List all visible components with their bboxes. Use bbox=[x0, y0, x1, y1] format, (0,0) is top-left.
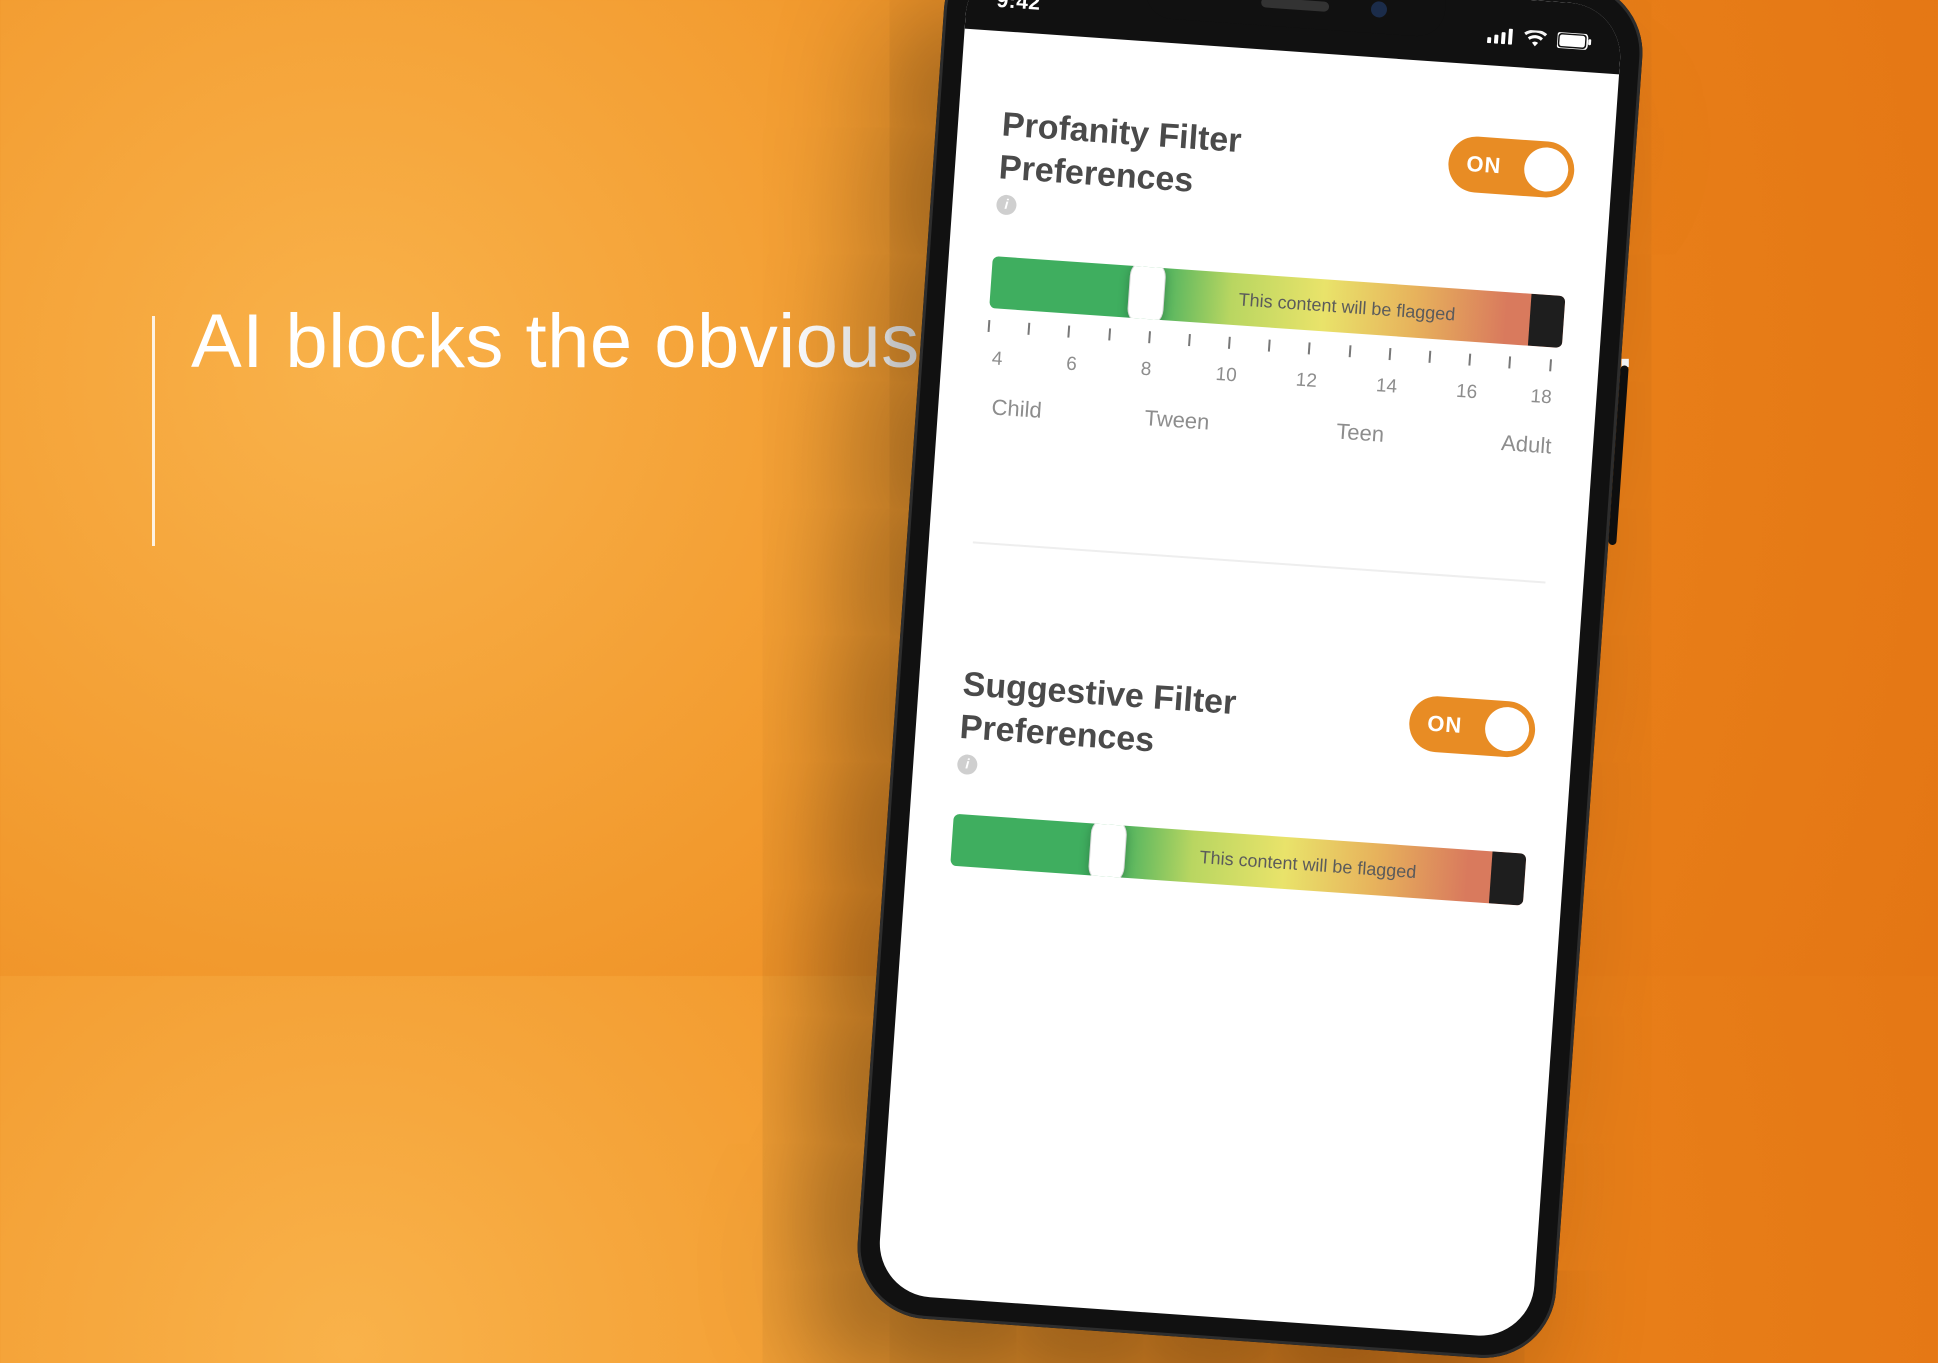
age-tick-16: 16 bbox=[1455, 381, 1478, 404]
info-icon[interactable]: i bbox=[957, 754, 978, 775]
phone-mockup: 9:42 Profanity Filter Preferences bbox=[853, 0, 1648, 1363]
suggestive-filter-section: Suggestive Filter Preferences i ON This … bbox=[950, 663, 1537, 906]
age-tick-6: 6 bbox=[1066, 354, 1078, 377]
profanity-slider-thumb[interactable] bbox=[1126, 258, 1167, 328]
profanity-toggle-label: ON bbox=[1466, 151, 1503, 179]
suggestive-slider-caption: This content will be flagged bbox=[1133, 827, 1482, 903]
profanity-filter-header: Profanity Filter Preferences i ON bbox=[996, 103, 1576, 256]
cat-child: Child bbox=[991, 394, 1043, 423]
age-tick-12: 12 bbox=[1295, 370, 1318, 393]
suggestive-filter-title: Suggestive Filter Preferences i bbox=[957, 663, 1284, 798]
cat-adult: Adult bbox=[1500, 430, 1552, 459]
profanity-filter-section: Profanity Filter Preferences i ON This c… bbox=[981, 103, 1576, 461]
age-tick-4: 4 bbox=[991, 348, 1003, 371]
suggestive-slider: This content will be flagged bbox=[950, 814, 1526, 906]
cat-teen: Teen bbox=[1336, 419, 1385, 448]
status-time: 9:42 bbox=[996, 0, 1042, 16]
suggestive-slider-track[interactable]: This content will be flagged bbox=[950, 814, 1526, 906]
age-tick-18: 18 bbox=[1530, 386, 1553, 409]
toggle-knob bbox=[1523, 146, 1570, 193]
battery-icon bbox=[1557, 32, 1592, 50]
profanity-filter-title-text: Profanity Filter Preferences bbox=[998, 103, 1323, 210]
phone-screen: 9:42 Profanity Filter Preferences bbox=[876, 0, 1624, 1339]
suggestive-toggle[interactable]: ON bbox=[1407, 694, 1537, 759]
age-tick-14: 14 bbox=[1375, 375, 1398, 398]
suggestive-filter-title-text: Suggestive Filter Preferences bbox=[958, 663, 1283, 770]
profanity-slider-caption: This content will be flagged bbox=[1172, 269, 1521, 345]
cell-signal-icon bbox=[1487, 27, 1514, 45]
headline-rule bbox=[152, 316, 155, 546]
profanity-toggle[interactable]: ON bbox=[1447, 135, 1577, 200]
suggestive-slider-thumb[interactable] bbox=[1087, 815, 1128, 885]
age-tick-10: 10 bbox=[1215, 364, 1238, 387]
section-divider bbox=[973, 541, 1546, 583]
toggle-knob bbox=[1484, 706, 1531, 753]
info-icon[interactable]: i bbox=[996, 194, 1017, 215]
screen-body: Profanity Filter Preferences i ON This c… bbox=[876, 61, 1617, 1340]
profanity-slider: This content will be flagged 4 6 8 10 12… bbox=[981, 256, 1565, 462]
wifi-icon bbox=[1523, 30, 1548, 48]
suggestive-filter-header: Suggestive Filter Preferences i ON bbox=[957, 663, 1537, 816]
suggestive-toggle-label: ON bbox=[1426, 711, 1463, 739]
profanity-filter-title: Profanity Filter Preferences i bbox=[996, 103, 1323, 238]
age-tick-8: 8 bbox=[1140, 359, 1152, 382]
status-icons bbox=[1487, 27, 1592, 50]
cat-tween: Tween bbox=[1144, 405, 1210, 435]
